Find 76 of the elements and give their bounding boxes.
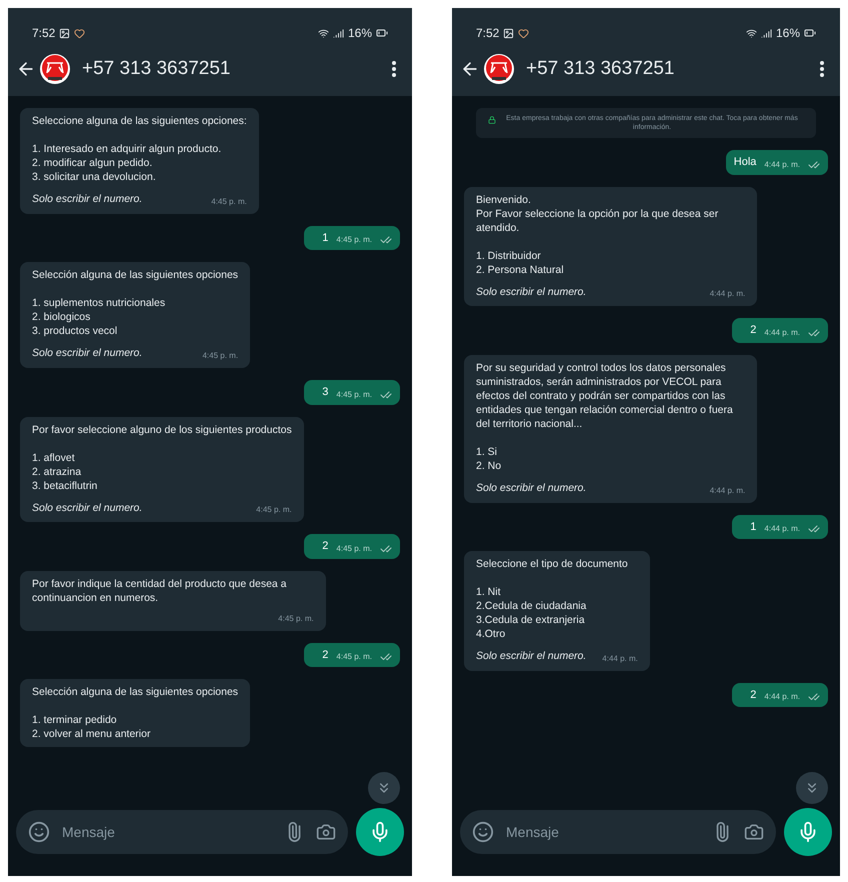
- status-time: 7:52: [476, 25, 500, 42]
- message-time: 4:45 p. m.: [336, 388, 372, 400]
- message-time: 4:44 p. m.: [764, 691, 800, 704]
- image-notification-icon: [59, 28, 70, 38]
- read-ticks-icon: [380, 234, 392, 246]
- camera-icon[interactable]: [744, 822, 764, 842]
- message-instruction: Solo escribir el numero.: [32, 192, 142, 207]
- read-ticks-icon: [808, 158, 820, 170]
- message-time: 4:44 p. m.: [602, 652, 638, 665]
- emoji-icon[interactable]: [472, 821, 494, 843]
- message-text: Por su seguridad y control todos los datos personales suministrados, serán administrados por VECOL para efectos del contrato y podrán ser compartidos con las entidades que tengan relación comercial dentro o fuera del territorio nacional... 1. Si 2. No: [476, 360, 734, 473]
- message-time: 4:44 p. m.: [710, 484, 746, 496]
- message-text: Bienvenido. Por Favor seleccione la opción por la que desea ser atendido. 1. Distribuidor 2. Persona Natural: [476, 192, 720, 276]
- message-time: 4:45 p. m.: [202, 350, 238, 362]
- message-text: Selección alguna de las siguientes opciones 1. terminar pedido 2. volver al menu anterior: [32, 685, 238, 742]
- message-time: 4:45 p. m.: [211, 196, 247, 208]
- wifi-icon: [318, 28, 329, 38]
- heart-notification-icon: [518, 28, 530, 38]
- wifi-icon: [746, 28, 757, 38]
- battery-percent: 16%: [776, 25, 800, 42]
- message-text: Hola: [734, 155, 756, 170]
- status-time: 7:52: [32, 25, 56, 42]
- message-instruction: Solo escribir el numero.: [32, 346, 142, 362]
- message-time: 4:45 p. m.: [336, 542, 372, 555]
- message-time: 4:45 p. m.: [256, 504, 292, 516]
- contact-name: +57 313 3637251: [526, 56, 676, 81]
- message-text: Por favor indique la centidad del producto que desea a continuancion en numeros.: [32, 576, 288, 605]
- heart-notification-icon: [74, 28, 86, 38]
- message-text: 2: [322, 648, 328, 663]
- contact-name: +57 313 3637251: [82, 56, 232, 81]
- message-text: 2: [750, 688, 756, 703]
- input-placeholder: Mensaje: [62, 822, 116, 842]
- message-text: 2: [322, 539, 328, 554]
- message-instruction: Solo escribir el numero.: [476, 284, 586, 300]
- read-ticks-icon: [380, 542, 392, 555]
- read-ticks-icon: [380, 388, 392, 400]
- message-time: 4:44 p. m.: [764, 326, 800, 339]
- message-time: 4:45 p. m.: [336, 234, 372, 246]
- message-text: Por favor seleccione alguno de los siguientes productos 1. aflovet 2. atrazina 3. betaciflutrin: [32, 422, 292, 492]
- message-time: 4:44 p. m.: [764, 158, 800, 170]
- battery-icon: [804, 27, 816, 39]
- message-time: 4:45 p. m.: [278, 612, 314, 625]
- message-text: 1: [750, 520, 756, 534]
- message-instruction: Solo escribir el numero.: [476, 480, 586, 496]
- image-notification-icon: [503, 28, 514, 38]
- read-ticks-icon: [808, 326, 820, 339]
- read-ticks-icon: [808, 523, 820, 535]
- battery-icon: [376, 27, 388, 39]
- message-text: Seleccione el tipo de documento 1. Nit 2.Cedula de ciudadania 3.Cedula de extranjeria 4.Otro: [476, 557, 629, 641]
- read-ticks-icon: [808, 691, 820, 704]
- message-text: 2: [750, 323, 756, 338]
- lock-icon: [488, 116, 496, 124]
- message-text: 1: [322, 230, 328, 246]
- emoji-icon[interactable]: [28, 821, 50, 843]
- avatar-logo-icon: [40, 54, 70, 84]
- scroll-down-button[interactable]: [796, 772, 828, 804]
- scroll-down-button[interactable]: [368, 772, 400, 804]
- message-text: Selección alguna de las siguientes opciones 1. suplementos nutricionales 2. biologicos 3. productos vecol: [32, 268, 238, 338]
- message-text: 3: [322, 385, 328, 400]
- menu-icon: [392, 61, 396, 77]
- avatar-logo-icon: [484, 54, 514, 84]
- message-time: 4:44 p. m.: [764, 523, 800, 535]
- input-placeholder: Mensaje: [506, 822, 560, 842]
- battery-percent: 16%: [348, 25, 372, 42]
- message-time: 4:44 p. m.: [710, 288, 746, 300]
- message-input-field[interactable]: Mensaje: [460, 810, 776, 854]
- message-instruction: Solo escribir el numero.: [476, 649, 586, 664]
- message-time: 4:45 p. m.: [336, 651, 372, 664]
- menu-icon: [820, 61, 824, 77]
- message-instruction: Solo escribir el numero.: [32, 500, 142, 516]
- mic-button[interactable]: [784, 808, 832, 856]
- mic-button[interactable]: [356, 808, 404, 856]
- message-text: Seleccione alguna de las siguientes opciones: 1. Interesado en adquirir algun producto. 2. modificar algun pedido. 3. solicitar una devolucion.: [32, 114, 247, 184]
- message-input-field[interactable]: Mensaje: [16, 810, 348, 854]
- read-ticks-icon: [380, 651, 392, 664]
- camera-icon[interactable]: [316, 822, 336, 842]
